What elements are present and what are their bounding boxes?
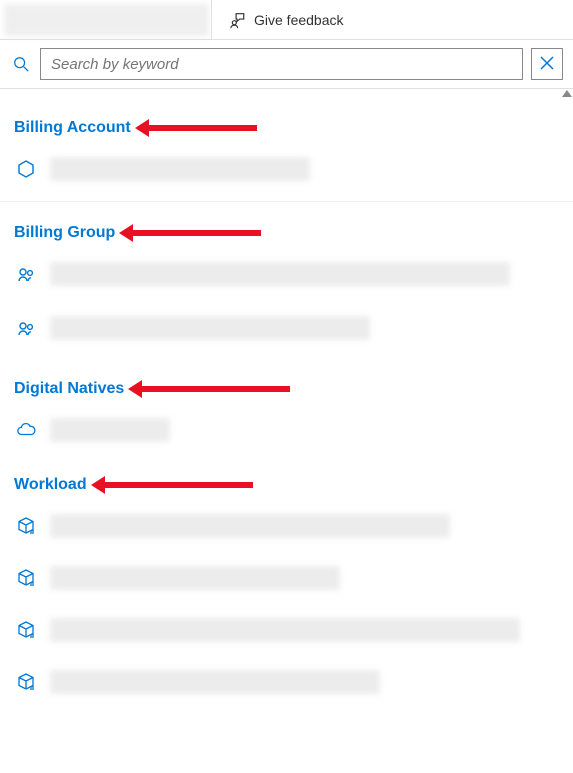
section-separator: [0, 201, 573, 202]
redacted-text: [50, 418, 170, 442]
feedback-label: Give feedback: [254, 12, 344, 28]
package-icon: [16, 672, 36, 692]
list-item[interactable]: [14, 418, 573, 442]
package-icon: [16, 620, 36, 640]
clear-search-button[interactable]: [531, 48, 563, 80]
list-item[interactable]: [14, 566, 573, 590]
section-workload: Workload: [14, 476, 573, 694]
list-item[interactable]: [14, 670, 573, 694]
annotation-arrow: [131, 230, 261, 236]
vertical-divider: [211, 0, 212, 40]
scroll-up-indicator[interactable]: [562, 90, 572, 97]
section-digital-natives: Digital Natives: [14, 380, 573, 442]
redacted-text: [50, 618, 520, 642]
annotation-arrow: [103, 482, 253, 488]
give-feedback-button[interactable]: Give feedback: [216, 0, 356, 39]
search-icon: [10, 55, 32, 73]
cloud-icon: [16, 420, 36, 440]
section-billing-account: Billing Account: [14, 119, 573, 181]
list-item[interactable]: [14, 262, 573, 286]
redacted-text: [50, 670, 380, 694]
list-item[interactable]: [14, 618, 573, 642]
section-billing-group: Billing Group: [14, 224, 573, 340]
feedback-person-icon: [228, 11, 246, 29]
redacted-text: [50, 566, 340, 590]
section-title-billing-group: Billing Group: [14, 224, 115, 242]
redacted-text: [50, 514, 450, 538]
package-icon: [16, 568, 36, 588]
redacted-text: [50, 262, 510, 286]
package-icon: [16, 516, 36, 536]
redacted-region: [4, 4, 209, 36]
results-panel: Billing Account Billing Group: [0, 89, 573, 694]
list-item[interactable]: [14, 157, 573, 181]
group-icon: [16, 318, 36, 338]
redacted-text: [50, 316, 370, 340]
list-item[interactable]: [14, 514, 573, 538]
hexagon-icon: [16, 159, 36, 179]
section-title-workload: Workload: [14, 476, 87, 494]
redacted-text: [50, 157, 310, 181]
close-icon: [539, 55, 555, 74]
group-icon: [16, 264, 36, 284]
section-title-billing-account: Billing Account: [14, 119, 131, 137]
search-input[interactable]: [40, 48, 523, 80]
list-item[interactable]: [14, 316, 573, 340]
annotation-arrow: [140, 386, 290, 392]
top-bar: Give feedback: [0, 0, 573, 40]
annotation-arrow: [147, 125, 257, 131]
search-row: [0, 40, 573, 89]
section-title-digital-natives: Digital Natives: [14, 380, 124, 398]
